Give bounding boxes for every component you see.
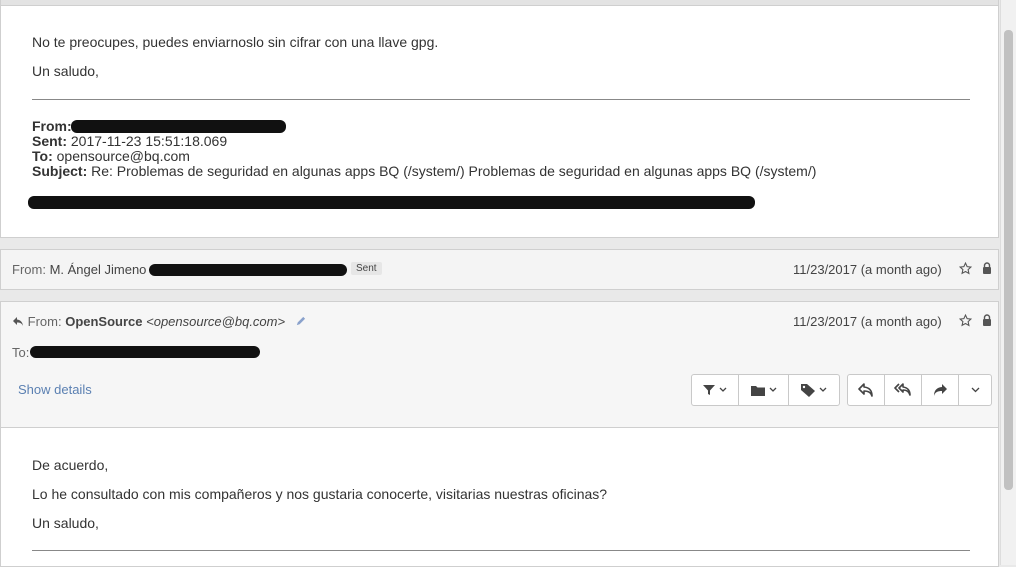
sender-email[interactable]: <opensource@bq.com> — [146, 314, 285, 329]
edit-icon[interactable] — [295, 316, 306, 327]
forward-icon — [934, 384, 947, 396]
quote-divider — [32, 550, 970, 551]
message-date: 11/23/2017 (a month ago) — [793, 262, 942, 277]
body-line: No te preocupes, puedes enviarnoslo sin … — [32, 34, 439, 50]
reply-icon — [13, 317, 23, 326]
move-folder-button[interactable] — [739, 375, 789, 405]
quote-to-label: To: — [32, 148, 53, 164]
quote-from-label: From: — [32, 118, 72, 134]
collapsed-from: From: M. Ángel Jimeno < — [12, 262, 158, 277]
quote-subject-value: Re: Problemas de seguridad en algunas ap… — [91, 163, 817, 179]
reply-all-button[interactable] — [885, 375, 922, 405]
redacted-email — [30, 346, 260, 358]
chevron-down-icon — [769, 387, 776, 392]
to-label: To: — [12, 345, 30, 360]
quote-subject: Subject: Re: Problemas de seguridad en a… — [32, 164, 816, 179]
redacted-text — [28, 196, 755, 209]
scrollbar-thumb[interactable] — [1004, 30, 1013, 490]
body-line: Lo he consultado con mis compañeros y no… — [32, 486, 608, 502]
chevron-down-icon — [971, 387, 979, 393]
quote-sent-label: Sent: — [32, 133, 67, 149]
quote-sent: Sent: 2017-11-23 15:51:18.069 — [32, 134, 227, 149]
message-from: From: OpenSource <opensource@bq.com> — [12, 314, 306, 329]
sender-name: M. Ángel Jimeno < — [49, 262, 158, 277]
message-body-1: No te preocupes, puedes enviarnoslo sin … — [0, 5, 999, 238]
quote-sent-value: 2017-11-23 15:51:18.069 — [70, 133, 228, 149]
body-line: De acuerdo, — [32, 457, 109, 473]
from-label: From: — [12, 262, 46, 277]
reply-icon — [858, 383, 873, 397]
lock-icon — [983, 262, 991, 274]
folder-icon — [750, 385, 765, 396]
from-label: From: — [27, 314, 62, 329]
filter-button[interactable] — [692, 375, 739, 405]
sent-badge: Sent — [351, 262, 382, 275]
reply-button[interactable] — [848, 375, 885, 405]
forward-button[interactable] — [922, 375, 959, 405]
message-date: 11/23/2017 (a month ago) — [793, 314, 942, 329]
message-header: From: OpenSource <opensource@bq.com> 11/… — [0, 301, 999, 428]
reply-actions-group — [847, 374, 992, 406]
lock-icon — [983, 314, 991, 326]
quote-to: To: opensource@bq.com — [32, 149, 190, 164]
message-to: To: — [12, 345, 29, 360]
quote-from: From: — [32, 119, 72, 134]
message-body-2: De acuerdo, Lo he consultado con mis com… — [0, 427, 999, 567]
chevron-down-icon — [719, 387, 727, 392]
reply-all-icon — [894, 383, 911, 396]
chevron-down-icon — [819, 387, 827, 392]
star-icon[interactable] — [959, 314, 972, 327]
quote-to-value: opensource@bq.com — [56, 148, 190, 164]
collapsed-message[interactable]: From: M. Ángel Jimeno < Sent 11/23/2017 … — [0, 249, 999, 290]
sender-name[interactable]: OpenSource — [65, 314, 142, 329]
filter-icon — [703, 385, 715, 395]
message-actions-group — [691, 374, 840, 406]
redacted-email — [71, 120, 286, 133]
tag-icon — [801, 383, 815, 397]
tag-button[interactable] — [789, 375, 839, 405]
body-line: Un saludo, — [32, 63, 99, 79]
quote-divider — [32, 99, 970, 100]
star-icon[interactable] — [959, 262, 972, 275]
redacted-email — [149, 264, 347, 276]
body-line: Un saludo, — [32, 515, 99, 531]
quote-subject-label: Subject: — [32, 163, 88, 179]
more-actions-button[interactable] — [959, 375, 991, 405]
show-details-link[interactable]: Show details — [18, 382, 92, 397]
scrollbar[interactable] — [1000, 0, 1016, 565]
